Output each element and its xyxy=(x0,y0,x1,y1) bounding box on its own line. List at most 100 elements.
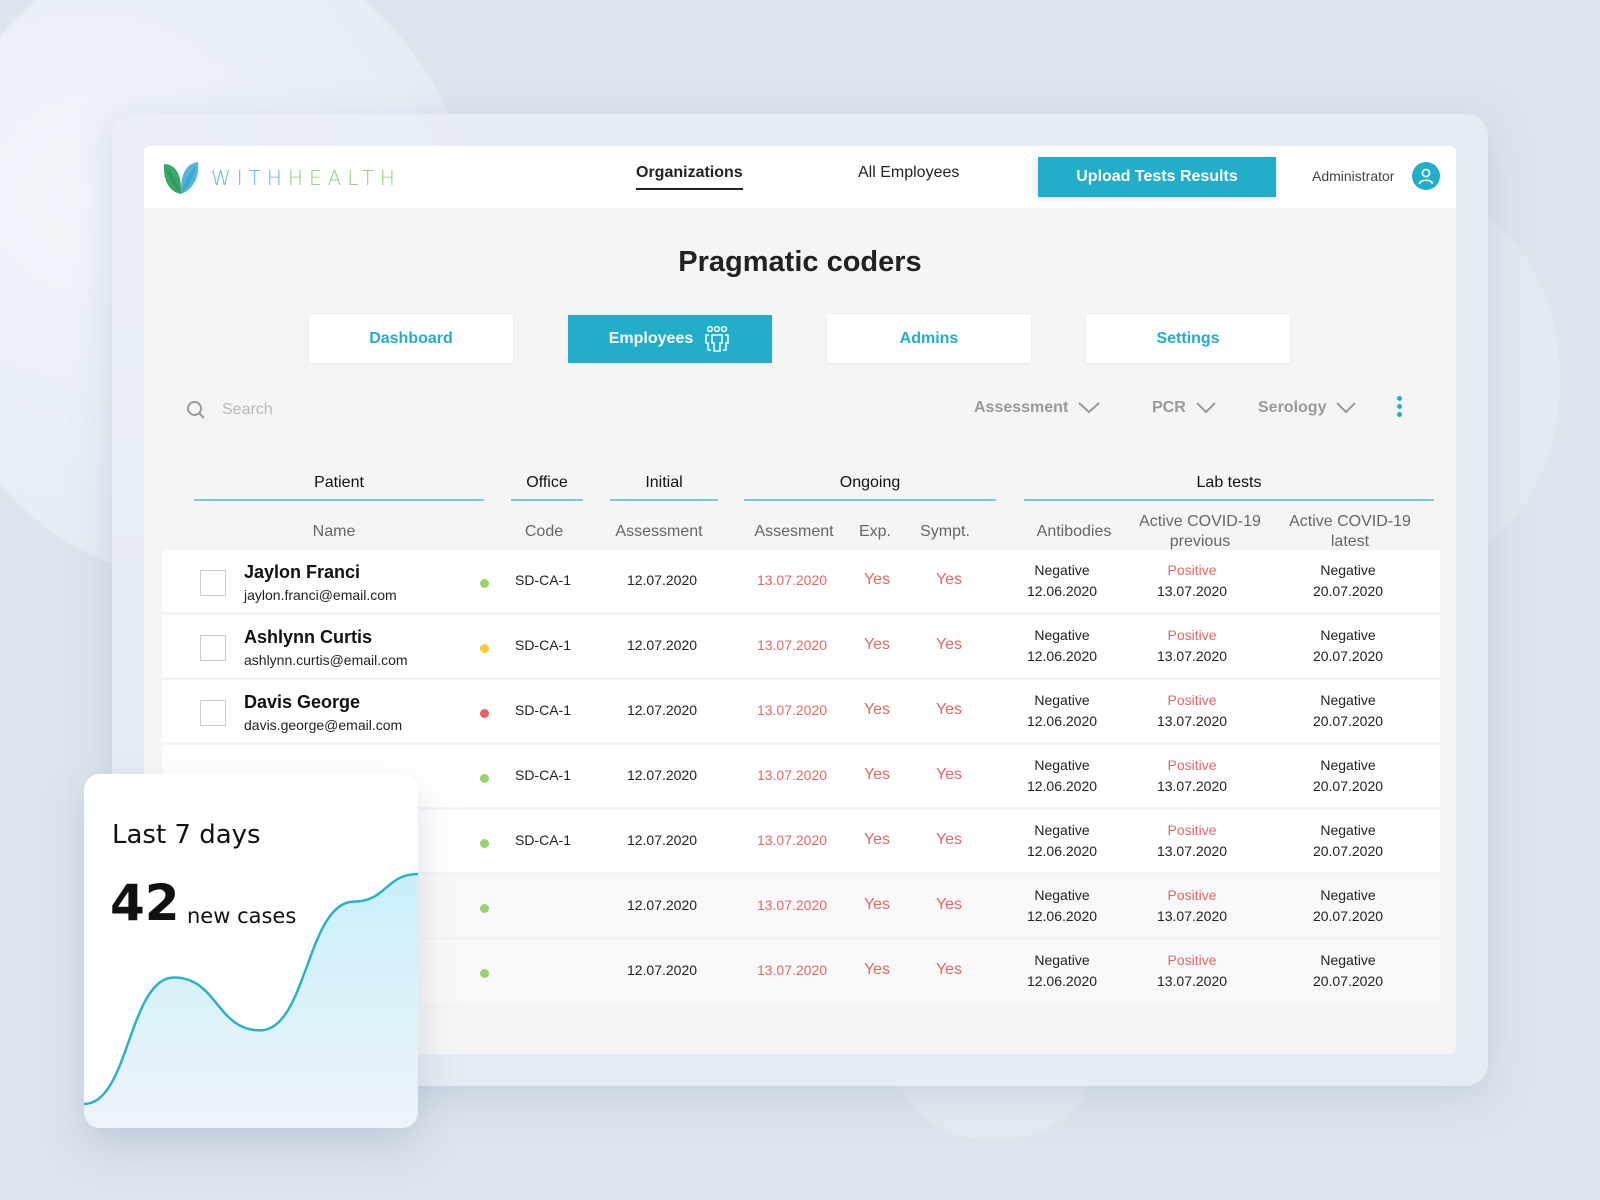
tab-dashboard[interactable]: Dashboard xyxy=(309,315,513,363)
result-date: 13.07.2020 xyxy=(1156,843,1228,859)
result-date: 12.06.2020 xyxy=(1026,713,1098,729)
result-value: Negative xyxy=(1034,692,1090,708)
header-line: previous xyxy=(1169,533,1231,550)
header-line: Active COVID-19 xyxy=(1139,513,1261,530)
column-header-antibodies[interactable]: Antibodies xyxy=(1024,522,1124,542)
exposure-value: Yes xyxy=(863,831,891,848)
exposure-value: Yes xyxy=(863,571,891,588)
status-dot xyxy=(480,839,489,848)
filter-label: PCR xyxy=(1152,399,1186,416)
row-checkbox[interactable] xyxy=(200,570,226,596)
result-date: 20.07.2020 xyxy=(1312,713,1384,729)
chevron-down-icon xyxy=(1196,402,1216,414)
tab-settings[interactable]: Settings xyxy=(1086,315,1290,363)
patient-name[interactable]: Davis George xyxy=(244,692,360,713)
search-input[interactable] xyxy=(222,396,522,424)
symptoms-value: Yes xyxy=(935,961,963,978)
result-value: Negative xyxy=(1034,822,1090,838)
antibodies-result: Negative 12.06.2020 xyxy=(1012,755,1112,797)
antibodies-result: Negative 12.06.2020 xyxy=(1012,560,1112,602)
row-checkbox[interactable] xyxy=(200,700,226,726)
antibodies-result: Negative 12.06.2020 xyxy=(1012,690,1112,732)
filter-assessment[interactable]: Assessment xyxy=(974,399,1100,417)
covid-latest-result: Negative 20.07.2020 xyxy=(1298,690,1398,732)
page-title: Pragmatic coders xyxy=(678,246,922,278)
table-row[interactable]: Davis George davis.george@email.com SD-CA-… xyxy=(162,680,1440,742)
table-row[interactable]: Jaylon Franci jaylon.franci@email.com SD-C… xyxy=(162,550,1440,612)
result-value: Negative xyxy=(1320,822,1376,838)
result-date: 13.07.2020 xyxy=(1156,908,1228,924)
column-header-covid-previous[interactable]: Active COVID-19 previous xyxy=(1130,512,1270,552)
office-code: SD-CA-1 xyxy=(514,702,571,718)
result-value: Negative xyxy=(1034,562,1090,578)
result-date: 20.07.2020 xyxy=(1312,648,1384,664)
exposure-value: Yes xyxy=(863,636,891,653)
covid-latest-result: Negative 20.07.2020 xyxy=(1298,755,1398,797)
column-header-covid-latest[interactable]: Active COVID-19 latest xyxy=(1280,512,1420,552)
column-header-name[interactable]: Name xyxy=(294,522,374,542)
leaf-logo-icon xyxy=(163,162,199,194)
result-date: 13.07.2020 xyxy=(1156,973,1228,989)
table-row[interactable]: Ashlynn Curtis ashlynn.curtis@email.com SD… xyxy=(162,615,1440,677)
covid-previous-result: Positive 13.07.2020 xyxy=(1142,755,1242,797)
exposure-value: Yes xyxy=(863,961,891,978)
group-header-patient: Patient xyxy=(194,474,484,501)
antibodies-result: Negative 12.06.2020 xyxy=(1012,625,1112,667)
ongoing-assessment-date: 13.07.2020 xyxy=(756,962,828,978)
result-date: 13.07.2020 xyxy=(1156,778,1228,794)
people-icon xyxy=(705,325,729,352)
status-dot xyxy=(480,579,489,588)
symptoms-value: Yes xyxy=(935,636,963,653)
result-value: Negative xyxy=(1320,757,1376,773)
covid-latest-result: Negative 20.07.2020 xyxy=(1298,885,1398,927)
initial-assessment-date: 12.07.2020 xyxy=(626,832,698,848)
new-cases-card[interactable]: Last 7 days 42 new cases xyxy=(84,774,418,1128)
column-header-code[interactable]: Code xyxy=(504,522,584,542)
group-header-ongoing: Ongoing xyxy=(744,474,996,501)
result-date: 20.07.2020 xyxy=(1312,583,1384,599)
filter-pcr[interactable]: PCR xyxy=(1152,399,1216,417)
symptoms-value: Yes xyxy=(935,571,963,588)
user-avatar[interactable] xyxy=(1412,162,1440,190)
filter-label: Serology xyxy=(1258,399,1327,416)
tab-admins[interactable]: Admins xyxy=(827,315,1031,363)
logo[interactable]: WITHHEALTH xyxy=(160,158,401,198)
initial-assessment-date: 12.07.2020 xyxy=(626,767,698,783)
ongoing-assessment-date: 13.07.2020 xyxy=(756,572,828,588)
column-header-initial-assessment[interactable]: Assessment xyxy=(604,522,714,542)
upload-tests-results-button[interactable]: Upload Tests Results xyxy=(1038,157,1276,197)
more-options-icon[interactable] xyxy=(1394,396,1404,422)
result-value: Negative xyxy=(1034,757,1090,773)
column-header-sympt[interactable]: Sympt. xyxy=(910,522,980,542)
tab-label: Settings xyxy=(1156,330,1220,347)
patient-name[interactable]: Jaylon Franci xyxy=(244,562,360,583)
result-date: 13.07.2020 xyxy=(1156,648,1228,664)
header-line: latest xyxy=(1330,533,1370,550)
office-code: SD-CA-1 xyxy=(514,637,571,653)
row-checkbox[interactable] xyxy=(200,635,226,661)
result-date: 12.06.2020 xyxy=(1026,908,1098,924)
result-value: Positive xyxy=(1167,692,1217,708)
ongoing-assessment-date: 13.07.2020 xyxy=(756,832,828,848)
symptoms-value: Yes xyxy=(935,896,963,913)
covid-previous-result: Positive 13.07.2020 xyxy=(1142,885,1242,927)
nav-organizations[interactable]: Organizations xyxy=(636,164,743,190)
result-date: 12.06.2020 xyxy=(1026,648,1098,664)
antibodies-result: Negative 12.06.2020 xyxy=(1012,950,1112,992)
column-header-exp[interactable]: Exp. xyxy=(850,522,900,542)
chevron-down-icon xyxy=(1078,402,1100,414)
nav-all-employees[interactable]: All Employees xyxy=(858,164,959,188)
result-value: Negative xyxy=(1320,627,1376,643)
header-line: Active COVID-19 xyxy=(1289,513,1411,530)
result-value: Negative xyxy=(1034,887,1090,903)
card-title: Last 7 days xyxy=(112,820,261,850)
patient-name[interactable]: Ashlynn Curtis xyxy=(244,627,372,648)
filter-serology[interactable]: Serology xyxy=(1258,399,1357,417)
tab-employees[interactable]: Employees xyxy=(568,315,772,363)
result-date: 12.06.2020 xyxy=(1026,778,1098,794)
tab-label: Dashboard xyxy=(369,330,453,347)
covid-latest-result: Negative 20.07.2020 xyxy=(1298,820,1398,862)
column-header-ongoing-assessment[interactable]: Assesment xyxy=(744,522,844,542)
result-value: Positive xyxy=(1167,822,1217,838)
result-value: Positive xyxy=(1167,952,1217,968)
